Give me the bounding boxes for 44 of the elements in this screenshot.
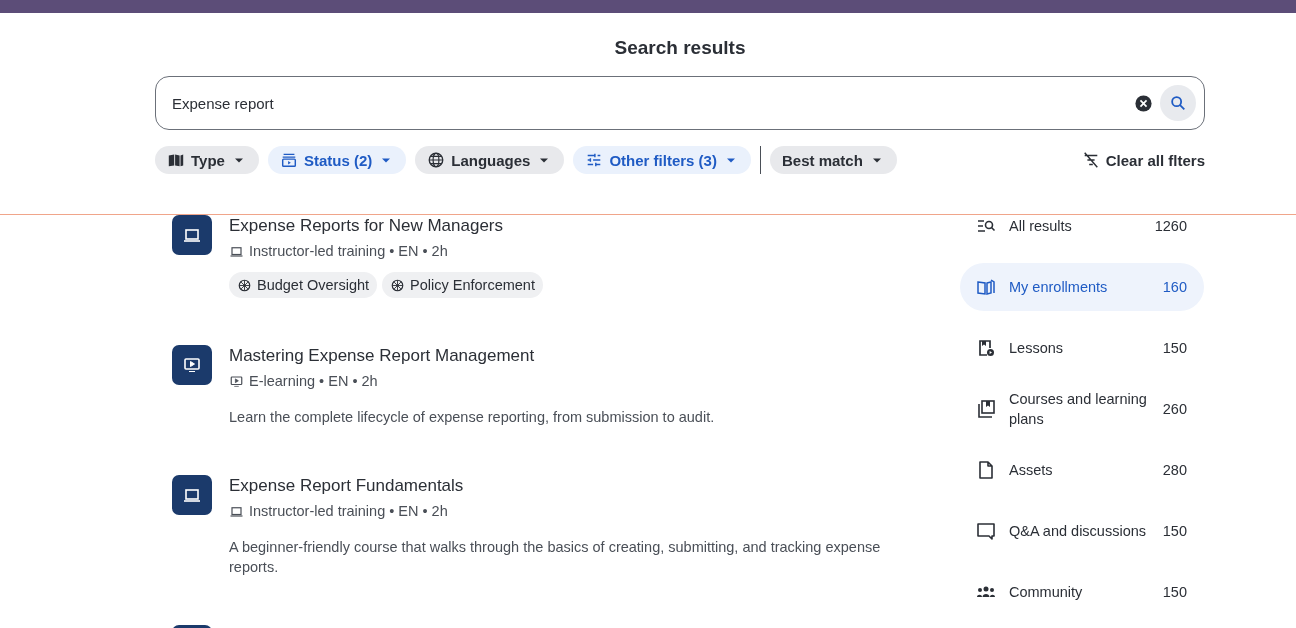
category-item[interactable]: Courses and learning plans 260: [960, 385, 1204, 433]
course-thumbnail[interactable]: [172, 345, 212, 385]
category-item[interactable]: Assets 280: [960, 446, 1204, 494]
monitor-play-icon: [182, 355, 202, 375]
document-icon: [976, 460, 996, 480]
result-meta: Instructor-led training • EN • 2h: [249, 502, 448, 521]
search-field[interactable]: Expense report: [155, 76, 1205, 130]
stacked-pages-icon: [976, 399, 996, 419]
filter-chip[interactable]: Languages: [415, 146, 565, 174]
search-query: Expense report: [172, 94, 275, 112]
monitor-play-icon: [229, 373, 244, 389]
result-description: A beginner-friendly course that walks through the basics of creating, submitting, and tracking expense reports.: [229, 538, 882, 577]
result-title[interactable]: Expense Reports for New Managers: [229, 215, 543, 237]
brain-icon: [390, 277, 406, 293]
skill-tag: Policy Enforcement: [382, 272, 543, 298]
stacked-player-icon: [279, 151, 298, 169]
bookmark-play-icon: [976, 338, 996, 358]
brain-icon: [237, 277, 252, 293]
course-thumbnail[interactable]: [172, 215, 212, 255]
category-item[interactable]: All results 1260: [960, 202, 1204, 250]
result-description: Learn the complete lifecycle of expense reporting, from submission to audit.: [229, 408, 715, 427]
filter-off-icon: [1081, 151, 1100, 169]
result-meta: Instructor-led training • EN • 2h: [249, 242, 448, 261]
filter-chip[interactable]: Type: [155, 146, 259, 174]
globe-icon: [427, 151, 446, 169]
search-icon: [1169, 94, 1187, 112]
category-item[interactable]: Q&A and discussions 150: [960, 507, 1204, 555]
result-meta: E-learning • EN • 2h: [249, 372, 378, 391]
clear-icon: [1134, 93, 1153, 113]
category-item[interactable]: My enrollments 160: [960, 263, 1204, 311]
sort-dropdown[interactable]: Best match: [769, 146, 897, 174]
speech-bubble-icon: [976, 521, 996, 541]
result-title[interactable]: Mastering Expense Report Management: [229, 345, 715, 367]
page-title: Search results: [614, 37, 746, 58]
search-button[interactable]: [1160, 85, 1196, 121]
category-item[interactable]: Lessons 150: [960, 324, 1204, 372]
open-book-icon: [976, 277, 996, 297]
course-thumbnail[interactable]: [172, 475, 212, 515]
skill-tag: Budget Oversight: [229, 272, 378, 298]
clear-filters-button[interactable]: Clear all flters: [1081, 151, 1205, 169]
filter-chip[interactable]: Other filters (3): [573, 146, 751, 174]
filter-chip[interactable]: Status (2): [267, 146, 407, 174]
result-title[interactable]: Expense Report Fundamentals: [229, 475, 916, 497]
category-item[interactable]: Community 150: [960, 568, 1204, 616]
